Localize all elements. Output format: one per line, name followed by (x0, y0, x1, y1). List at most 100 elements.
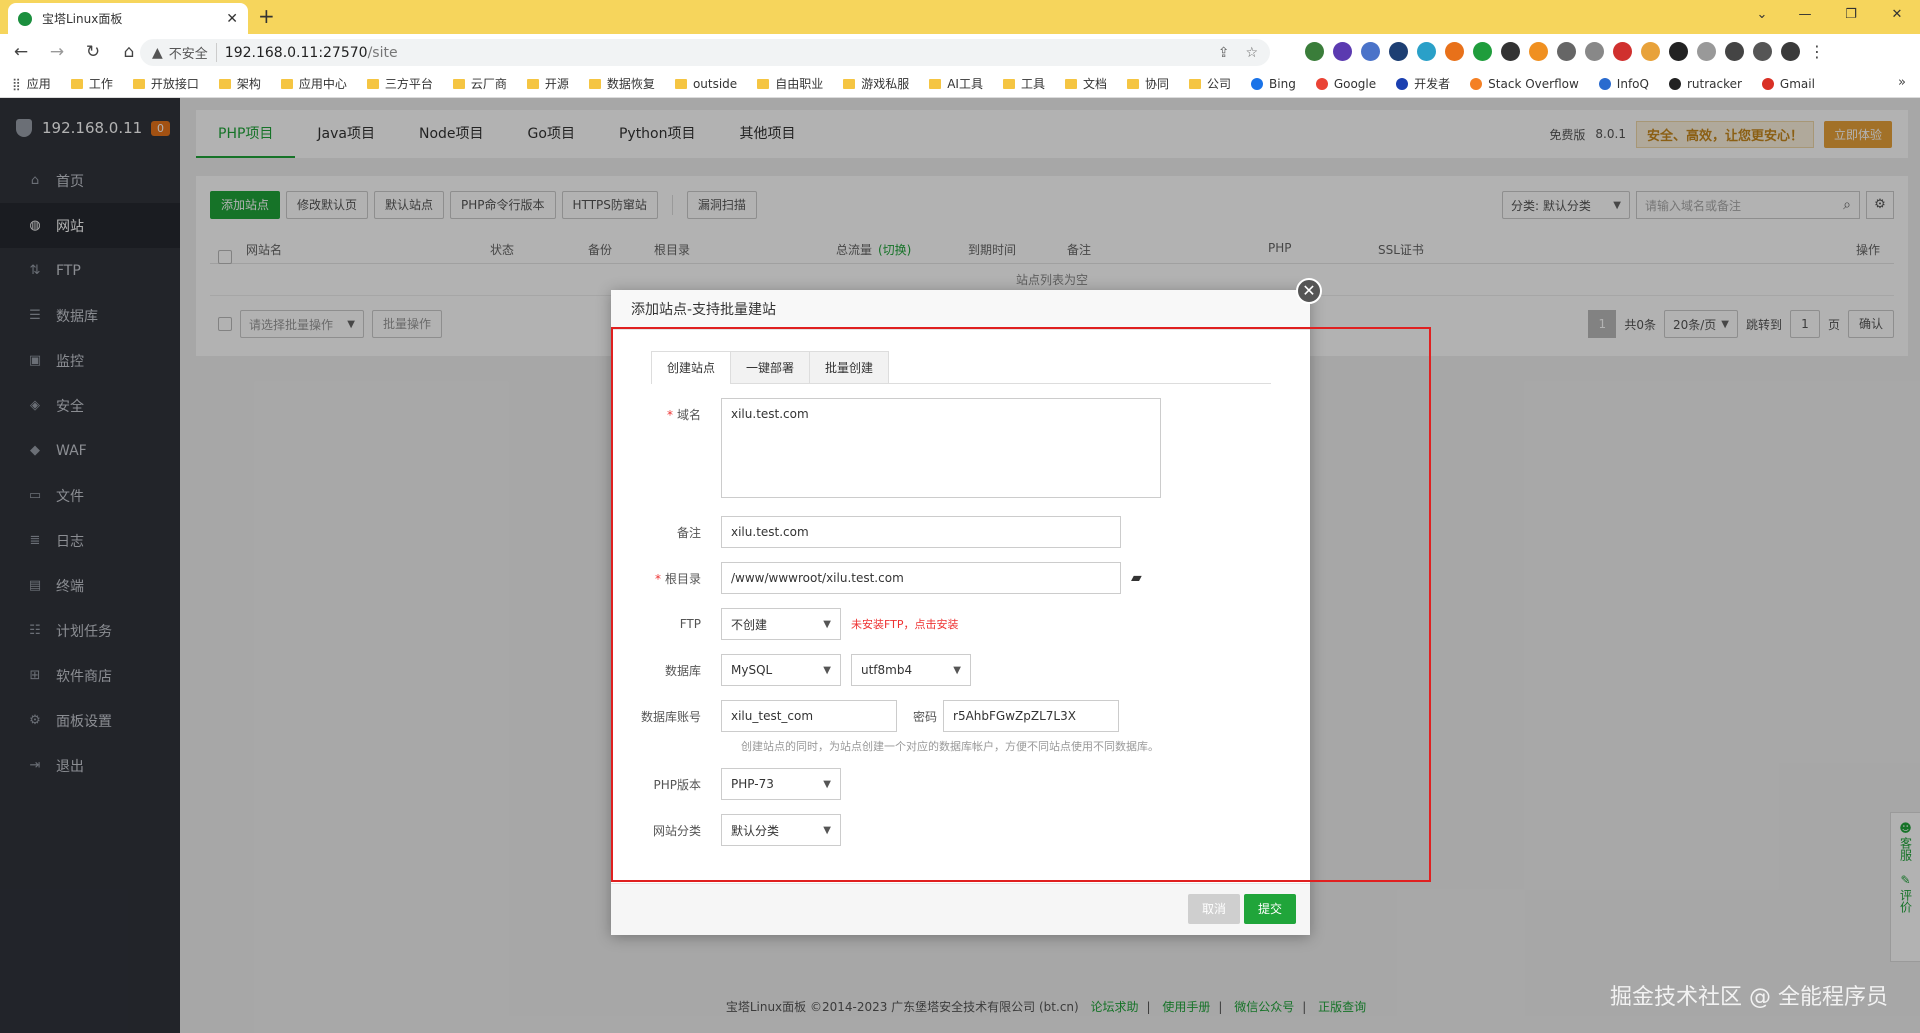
sidepanel-icon[interactable] (1753, 42, 1772, 61)
tab-search-icon[interactable]: ⌄ (1742, 0, 1782, 30)
bookmark-infoq[interactable]: InfoQ (1598, 77, 1649, 91)
url-text: 192.168.0.11:27570/site (224, 44, 398, 61)
extension-icon[interactable] (1445, 42, 1464, 61)
db-type-select[interactable]: MySQL ▼ (721, 654, 841, 686)
bookmark-folder[interactable]: 工作 (70, 75, 113, 92)
extension-icon[interactable] (1641, 42, 1660, 61)
domain-label: * 域名 (666, 408, 701, 422)
extension-icon[interactable] (1501, 42, 1520, 61)
ftp-select[interactable]: 不创建 ▼ (721, 608, 841, 640)
tab-one-click-deploy[interactable]: 一键部署 (730, 351, 811, 383)
extension-icon[interactable] (1697, 42, 1716, 61)
bookmark-google[interactable]: Google (1315, 77, 1376, 91)
bookmark-dev[interactable]: 开发者 (1396, 75, 1450, 92)
db-charset-select[interactable]: utf8mb4 ▼ (851, 654, 971, 686)
address-bar[interactable]: ▲ 不安全 192.168.0.11:27570/site ⇪ ☆ (140, 39, 1270, 66)
window-controls: ⌄ — ❐ ✕ (1742, 0, 1920, 30)
php-label: PHP版本 (653, 777, 702, 792)
remark-row: 备注 xilu.test.com (611, 516, 1121, 548)
share-icon[interactable]: ⇪ (1218, 45, 1230, 61)
bookmark-stackoverflow[interactable]: Stack Overflow (1470, 77, 1579, 91)
bookmark-folder[interactable]: 架构 (218, 75, 261, 92)
category-label: 网站分类 (652, 823, 701, 838)
browser-tab[interactable]: 宝塔Linux面板 ✕ (8, 3, 248, 34)
extension-icon[interactable] (1613, 42, 1632, 61)
php-version-select[interactable]: PHP-73 ▼ (721, 768, 841, 800)
new-tab-icon[interactable]: + (258, 4, 275, 28)
bookmark-folder[interactable]: 游戏私服 (843, 75, 909, 92)
extension-icon[interactable] (1417, 42, 1436, 61)
chevron-down-icon: ▼ (823, 664, 831, 676)
domain-textarea[interactable]: xilu.test.com (721, 398, 1161, 498)
chevron-down-icon: ▼ (823, 778, 831, 790)
remark-input[interactable]: xilu.test.com (721, 516, 1121, 548)
bookmarks-overflow-icon[interactable]: » (1898, 75, 1906, 90)
bookmark-folder[interactable]: 公司 (1189, 75, 1231, 92)
extension-icon[interactable] (1389, 42, 1408, 61)
browser-tabstrip: 宝塔Linux面板 ✕ + ⌄ — ❐ ✕ (0, 0, 1920, 34)
extension-icon[interactable] (1305, 42, 1324, 61)
bookmark-folder[interactable]: 工具 (1002, 75, 1045, 92)
db-password-input[interactable]: r5AhbFGwZpZL7L3X (943, 700, 1120, 732)
bookmark-folder[interactable]: 开放接口 (132, 75, 199, 92)
bookmark-star-icon[interactable]: ☆ (1245, 45, 1258, 61)
db-account-row: 数据库账号 xilu_test_com 密码 r5AhbFGwZpZL7L3X (611, 700, 1120, 732)
tab-create-site[interactable]: 创建站点 (651, 351, 732, 384)
close-tab-icon[interactable]: ✕ (226, 11, 238, 27)
bookmark-folder[interactable]: 协同 (1127, 75, 1169, 92)
site-category-select[interactable]: 默认分类 ▼ (721, 814, 841, 846)
bookmark-folder[interactable]: 开源 (526, 75, 569, 92)
extension-icon[interactable] (1557, 42, 1576, 61)
add-site-dialog: 添加站点-支持批量建站 创建站点 一键部署 批量创建 * 域名 xilu.test… (611, 290, 1310, 935)
extension-icon[interactable] (1333, 42, 1352, 61)
bookmark-apps[interactable]: ⣿ 应用 (12, 75, 51, 92)
browser-tab-title: 宝塔Linux面板 (42, 12, 123, 26)
bookmark-folder[interactable]: 三方平台 (366, 75, 433, 92)
chevron-down-icon: ▼ (823, 824, 831, 836)
folder-open-icon[interactable]: ▰ (1131, 570, 1142, 586)
bookmark-folder[interactable]: 云厂商 (452, 75, 507, 92)
db-hint: 创建站点的同时，为站点创建一个对应的数据库帐户，方便不同站点使用不同数据库。 (741, 740, 1159, 753)
ftp-row: FTP 不创建 ▼ 未安装FTP，点击安装 (611, 608, 959, 640)
bookmark-rutracker[interactable]: rutracker (1668, 77, 1742, 91)
bookmark-folder[interactable]: AI工具 (929, 75, 983, 92)
bookmarks-bar: ⣿ 应用 工作 开放接口 架构 应用中心 三方平台 云厂商 开源 数据恢复 out… (0, 70, 1920, 98)
menu-icon[interactable]: ⋮ (1809, 42, 1825, 61)
domain-row: * 域名 xilu.test.com (611, 398, 1161, 498)
close-icon[interactable]: ✕ (1296, 278, 1322, 304)
restore-icon[interactable]: ❐ (1828, 0, 1874, 30)
cancel-button[interactable]: 取消 (1188, 894, 1241, 924)
back-icon[interactable]: ← (6, 42, 36, 62)
minimize-icon[interactable]: — (1782, 0, 1828, 30)
tab-batch-create[interactable]: 批量创建 (809, 351, 890, 383)
php-row: PHP版本 PHP-73 ▼ (611, 768, 841, 800)
bookmark-folder[interactable]: 文档 (1064, 75, 1107, 92)
bookmark-folder[interactable]: outside (674, 77, 737, 91)
bookmark-folder[interactable]: 自由职业 (757, 75, 823, 92)
bookmark-bing[interactable]: Bing (1251, 77, 1296, 91)
extension-icon[interactable] (1361, 42, 1380, 61)
ftp-label: FTP (679, 617, 701, 631)
password-label: 密码 (913, 709, 938, 724)
dialog-tabs: 创建站点 一键部署 批量创建 (651, 351, 1271, 384)
bookmark-folder[interactable]: 数据恢复 (588, 75, 655, 92)
close-window-icon[interactable]: ✕ (1874, 0, 1920, 30)
root-label: * 根目录 (654, 571, 701, 586)
extension-icon[interactable] (1473, 42, 1492, 61)
extension-icon[interactable] (1529, 42, 1548, 61)
chevron-down-icon: ▼ (953, 664, 961, 676)
bookmark-gmail[interactable]: Gmail (1761, 77, 1815, 91)
db-account-input[interactable]: xilu_test_com (721, 700, 897, 732)
puzzle-icon[interactable] (1725, 42, 1744, 61)
extension-icon[interactable] (1669, 42, 1688, 61)
extension-icon[interactable] (1585, 42, 1604, 61)
reload-icon[interactable]: ↻ (78, 42, 108, 62)
root-dir-input[interactable]: /www/wwwroot/xilu.test.com (721, 562, 1121, 594)
install-ftp-link[interactable]: 未安装FTP，点击安装 (851, 616, 959, 632)
remark-label: 备注 (676, 525, 701, 540)
avatar[interactable] (1781, 42, 1800, 61)
dialog-title: 添加站点-支持批量建站 (611, 290, 1310, 330)
forward-icon[interactable]: → (42, 42, 72, 62)
bookmark-folder[interactable]: 应用中心 (280, 75, 347, 92)
submit-button[interactable]: 提交 (1244, 894, 1297, 924)
